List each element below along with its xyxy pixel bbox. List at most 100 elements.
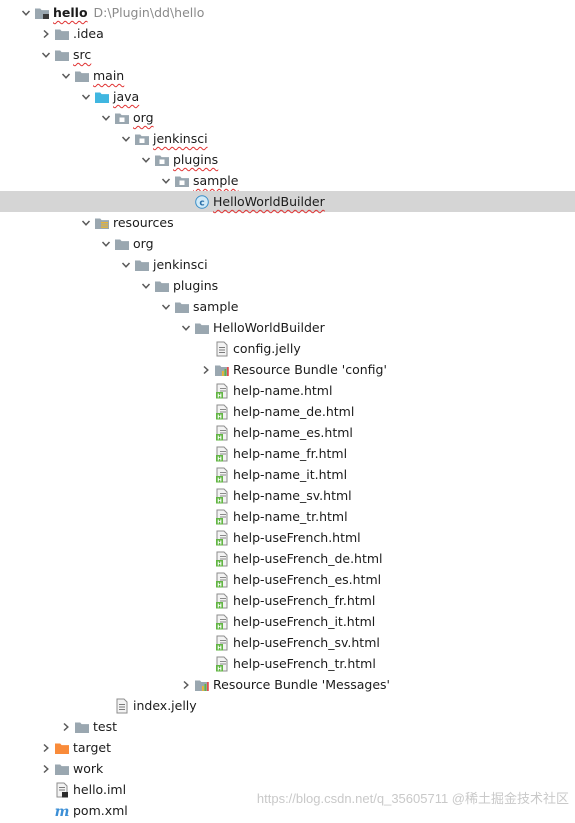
chevron-right-icon[interactable] <box>178 674 194 695</box>
svg-text:H: H <box>217 435 222 441</box>
chevron-down-icon[interactable] <box>98 107 114 128</box>
tree-row-sample[interactable]: sample <box>0 296 575 317</box>
tree-item-label: work <box>73 761 104 776</box>
tree-item-label: src <box>73 47 92 62</box>
tree-row-jenkinsci[interactable]: jenkinsci <box>0 254 575 275</box>
svg-text:H: H <box>217 603 222 609</box>
tree-row-idea[interactable]: .idea <box>0 23 575 44</box>
tree-row-resource-bundle-config[interactable]: Resource Bundle 'config' <box>0 359 575 380</box>
chevron-down-icon[interactable] <box>98 233 114 254</box>
html-file-icon: H <box>214 488 230 504</box>
tree-item-label: HelloWorldBuilder <box>213 194 325 209</box>
chevron-down-icon[interactable] <box>18 2 34 23</box>
html-file-icon: H <box>214 551 230 567</box>
tree-row-help-usefrench-html[interactable]: Hhelp-useFrench.html <box>0 527 575 548</box>
tree-item-label: .idea <box>73 26 104 41</box>
tree-item-label: help-useFrench_de.html <box>233 551 383 566</box>
chevron-down-icon[interactable] <box>58 65 74 86</box>
chevron-down-icon[interactable] <box>158 296 174 317</box>
tree-row-help-name-html[interactable]: Hhelp-name.html <box>0 380 575 401</box>
module-folder-icon <box>34 5 50 21</box>
tree-row-help-usefrench-it-html[interactable]: Hhelp-useFrench_it.html <box>0 611 575 632</box>
java-class-icon: c <box>194 194 210 210</box>
tree-row-helloworldbuilder[interactable]: c HelloWorldBuilder <box>0 191 575 212</box>
folder-icon <box>54 26 70 42</box>
source-folder-icon <box>94 89 110 105</box>
tree-row-jenkinsci[interactable]: jenkinsci <box>0 128 575 149</box>
tree-row-help-name-de-html[interactable]: Hhelp-name_de.html <box>0 401 575 422</box>
html-file-icon: H <box>214 467 230 483</box>
chevron-right-icon[interactable] <box>38 758 54 779</box>
chevron-down-icon[interactable] <box>158 170 174 191</box>
tree-item-label: hello <box>53 5 88 20</box>
html-file-icon: H <box>214 593 230 609</box>
tree-row-hello[interactable]: hello D:\Plugin\dd\hello <box>0 2 575 23</box>
tree-item-label: Resource Bundle 'config' <box>233 362 387 377</box>
tree-row-org[interactable]: org <box>0 233 575 254</box>
folder-icon <box>194 320 210 336</box>
chevron-down-icon[interactable] <box>118 128 134 149</box>
chevron-right-icon[interactable] <box>198 359 214 380</box>
maven-icon: m <box>54 803 70 819</box>
tree-row-work[interactable]: work <box>0 758 575 779</box>
tree-row-src[interactable]: src <box>0 44 575 65</box>
tree-row-help-name-es-html[interactable]: Hhelp-name_es.html <box>0 422 575 443</box>
chevron-down-icon[interactable] <box>178 317 194 338</box>
tree-row-target[interactable]: target <box>0 737 575 758</box>
excluded-folder-icon <box>54 740 70 756</box>
iml-file-icon <box>54 782 70 798</box>
chevron-down-icon[interactable] <box>118 254 134 275</box>
tree-item-label: plugins <box>173 152 219 167</box>
tree-row-plugins[interactable]: plugins <box>0 275 575 296</box>
resource-bundle-icon <box>194 677 210 693</box>
chevron-down-icon[interactable] <box>138 149 154 170</box>
tree-row-help-usefrench-fr-html[interactable]: Hhelp-useFrench_fr.html <box>0 590 575 611</box>
svg-text:c: c <box>199 198 204 208</box>
tree-row-config-jelly[interactable]: config.jelly <box>0 338 575 359</box>
chevron-right-icon[interactable] <box>58 716 74 737</box>
tree-row-sample[interactable]: sample <box>0 170 575 191</box>
tree-item-label: HelloWorldBuilder <box>213 320 325 335</box>
chevron-down-icon[interactable] <box>78 212 94 233</box>
html-file-icon: H <box>214 572 230 588</box>
tree-row-help-name-fr-html[interactable]: Hhelp-name_fr.html <box>0 443 575 464</box>
html-file-icon: H <box>214 509 230 525</box>
tree-row-org[interactable]: org <box>0 107 575 128</box>
tree-item-label: help-name.html <box>233 383 333 398</box>
tree-item-label: help-useFrench_fr.html <box>233 593 376 608</box>
tree-row-help-usefrench-de-html[interactable]: Hhelp-useFrench_de.html <box>0 548 575 569</box>
tree-item-label: help-useFrench_it.html <box>233 614 376 629</box>
svg-text:H: H <box>217 582 222 588</box>
chevron-down-icon[interactable] <box>78 86 94 107</box>
tree-row-resource-bundle-messages[interactable]: Resource Bundle 'Messages' <box>0 674 575 695</box>
tree-row-test[interactable]: test <box>0 716 575 737</box>
tree-row-help-name-tr-html[interactable]: Hhelp-name_tr.html <box>0 506 575 527</box>
resource-bundle-icon <box>214 362 230 378</box>
package-icon <box>154 152 170 168</box>
chevron-right-icon[interactable] <box>38 23 54 44</box>
tree-row-java[interactable]: java <box>0 86 575 107</box>
folder-icon <box>74 719 90 735</box>
tree-row-help-usefrench-es-html[interactable]: Hhelp-useFrench_es.html <box>0 569 575 590</box>
chevron-right-icon[interactable] <box>38 737 54 758</box>
chevron-down-icon[interactable] <box>138 275 154 296</box>
tree-row-resources[interactable]: resources <box>0 212 575 233</box>
tree-row-index-jelly[interactable]: index.jelly <box>0 695 575 716</box>
chevron-down-icon[interactable] <box>38 44 54 65</box>
tree-item-label: index.jelly <box>133 698 197 713</box>
tree-item-label: main <box>93 68 125 83</box>
tree-row-plugins[interactable]: plugins <box>0 149 575 170</box>
tree-item-label: help-name_tr.html <box>233 509 348 524</box>
tree-item-label: jenkinsci <box>153 131 208 146</box>
html-file-icon: H <box>214 530 230 546</box>
tree-item-label: help-name_fr.html <box>233 446 348 461</box>
html-file-icon: H <box>214 446 230 462</box>
watermark: https://blog.csdn.net/q_35605711 @稀土掘金技术… <box>256 791 569 806</box>
tree-row-help-usefrench-sv-html[interactable]: Hhelp-useFrench_sv.html <box>0 632 575 653</box>
tree-item-label: java <box>113 89 140 104</box>
tree-row-helloworldbuilder[interactable]: HelloWorldBuilder <box>0 317 575 338</box>
tree-row-help-usefrench-tr-html[interactable]: Hhelp-useFrench_tr.html <box>0 653 575 674</box>
tree-row-help-name-it-html[interactable]: Hhelp-name_it.html <box>0 464 575 485</box>
tree-row-help-name-sv-html[interactable]: Hhelp-name_sv.html <box>0 485 575 506</box>
tree-row-main[interactable]: main <box>0 65 575 86</box>
